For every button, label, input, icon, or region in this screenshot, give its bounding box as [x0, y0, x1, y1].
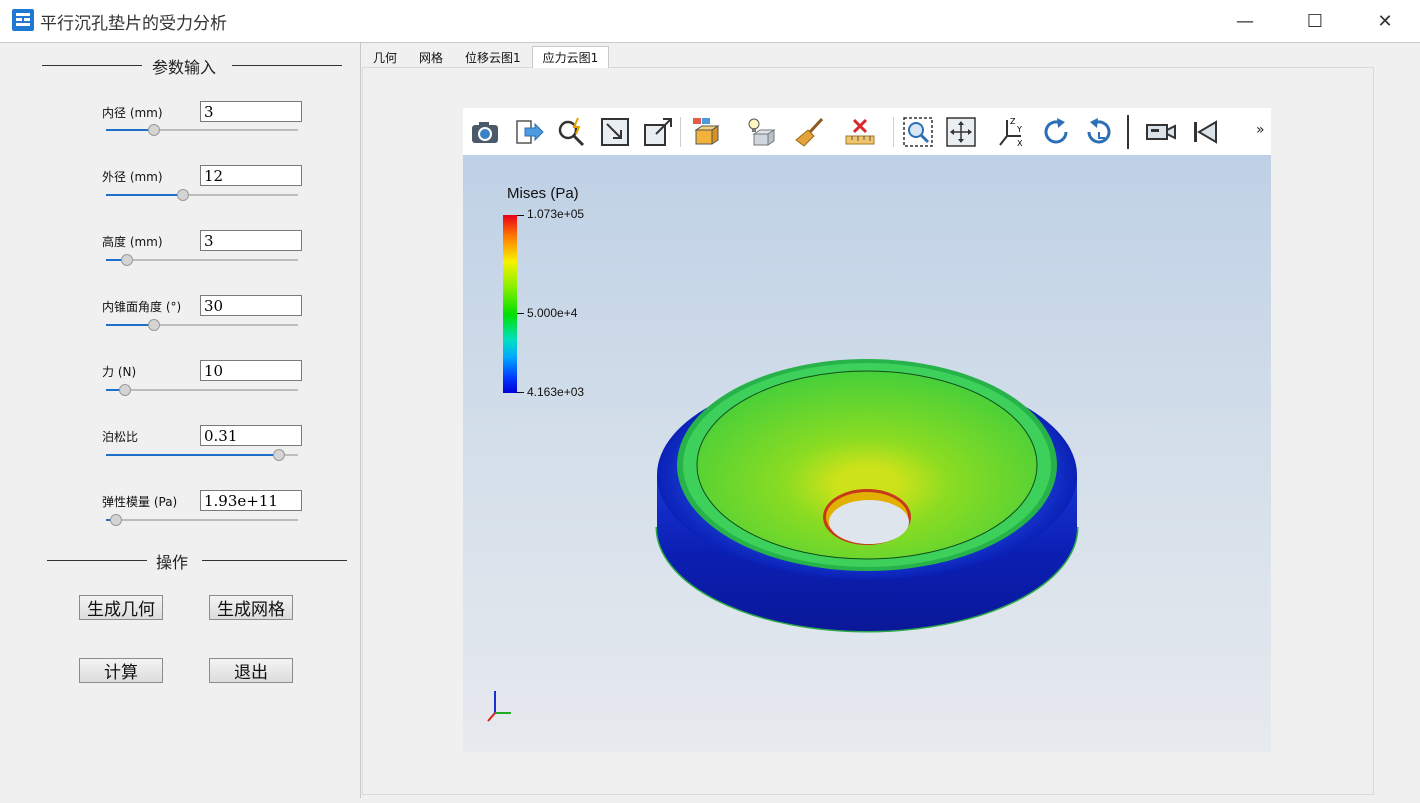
param-input[interactable]: 10 — [200, 360, 302, 381]
params-section-title: 参数输入 — [152, 58, 217, 77]
toolbar-separator — [680, 117, 681, 147]
param-label: 泊松比 — [102, 430, 139, 444]
pan-icon[interactable] — [945, 116, 977, 148]
svg-text:Z: Z — [1010, 117, 1016, 126]
fit-view-icon[interactable] — [599, 116, 631, 148]
minimize-icon: — — [1236, 10, 1254, 32]
slider-thumb[interactable] — [148, 319, 160, 331]
colorbar — [503, 215, 517, 393]
param-input[interactable]: 12 — [200, 165, 302, 186]
param-label: 力 (N) — [102, 365, 137, 379]
param-input[interactable]: 3 — [200, 230, 302, 251]
window-title: 平行沉孔垫片的受力分析 — [40, 14, 227, 34]
zoom-select-icon[interactable] — [902, 116, 934, 148]
slider-thumb[interactable] — [273, 449, 285, 461]
exit-button[interactable]: 退出 — [209, 658, 293, 683]
param-slider[interactable] — [106, 319, 298, 331]
param-label: 高度 (mm) — [102, 235, 163, 249]
stress-model — [655, 359, 1079, 633]
render-viewport[interactable]: Mises (Pa) 1.073e+05 5.000e+4 4.163e+03 — [463, 155, 1271, 752]
minimize-button[interactable]: — — [1210, 0, 1280, 42]
param-slider[interactable] — [106, 514, 298, 526]
slider-fill — [106, 454, 279, 456]
slider-thumb[interactable] — [177, 189, 189, 201]
slider-track — [106, 519, 298, 521]
maximize-button[interactable]: ☐ — [1280, 0, 1350, 42]
query-icon[interactable] — [556, 116, 588, 148]
colorbar-tick — [517, 313, 524, 314]
orientation-axes-icon — [487, 691, 511, 722]
rotate-ccw-icon[interactable] — [1083, 116, 1115, 148]
colorbar-max-label: 1.073e+05 — [527, 207, 585, 221]
colorbar-tick — [517, 392, 524, 393]
slider-fill — [106, 324, 154, 326]
colorbar-tick — [517, 215, 524, 216]
param-label: 外径 (mm) — [102, 170, 163, 184]
colorbar-mid-label: 5.000e+4 — [527, 306, 578, 320]
generate-geometry-button[interactable]: 生成几何 — [79, 595, 163, 620]
colorbar-title: Mises (Pa) — [507, 185, 579, 202]
panel-divider — [360, 43, 361, 798]
param-label: 弹性模量 (Pa) — [102, 495, 178, 509]
zoom-box-icon[interactable] — [642, 116, 674, 148]
param-slider[interactable] — [106, 254, 298, 266]
title-bar: 平行沉孔垫片的受力分析 — ☐ ✕ — [0, 0, 1420, 42]
left-panel — [0, 43, 360, 803]
slider-fill — [106, 194, 183, 196]
maximize-icon: ☐ — [1306, 10, 1324, 32]
export-icon[interactable] — [513, 116, 545, 148]
param-label: 内径 (mm) — [102, 106, 163, 120]
tab-bar: 几何 网格 位移云图1 应力云图1 — [362, 46, 610, 68]
section-rule-left — [42, 65, 142, 66]
toolbar-separator — [1127, 115, 1129, 149]
svg-text:Y: Y — [1016, 125, 1022, 134]
svg-text:X: X — [1017, 139, 1023, 148]
compute-button[interactable]: 计算 — [79, 658, 163, 683]
section-rule-right — [202, 560, 347, 561]
first-frame-icon[interactable] — [1188, 116, 1220, 148]
section-rule-right — [232, 65, 342, 66]
viewer-toolbar: ZYX » — [463, 108, 1271, 155]
axes-icon[interactable]: ZYX — [995, 116, 1027, 148]
param-input[interactable]: 3 — [200, 101, 302, 122]
slider-thumb[interactable] — [121, 254, 133, 266]
rotate-cw-icon[interactable] — [1040, 116, 1072, 148]
viewer: ZYX » Mises (Pa) 1.073e+05 5.000e+4 4.16… — [463, 108, 1271, 752]
measure-icon[interactable] — [844, 116, 876, 148]
camera-icon[interactable] — [469, 116, 501, 148]
param-input[interactable]: 1.93e+11 — [200, 490, 302, 511]
generate-mesh-button[interactable]: 生成网格 — [209, 595, 293, 620]
slider-track — [106, 259, 298, 261]
param-input[interactable]: 30 — [200, 295, 302, 316]
camera-record-icon[interactable] — [1145, 116, 1177, 148]
toolbar-separator — [893, 117, 894, 147]
slider-track — [106, 389, 298, 391]
section-rule-left — [47, 560, 147, 561]
slider-thumb[interactable] — [119, 384, 131, 396]
tab-displacement[interactable]: 位移云图1 — [454, 46, 532, 68]
colorbar-min-label: 4.163e+03 — [527, 385, 585, 399]
toolbar-more-button[interactable]: » — [1256, 122, 1265, 138]
tab-geometry[interactable]: 几何 — [362, 46, 408, 68]
param-slider[interactable] — [106, 124, 298, 136]
param-slider[interactable] — [106, 384, 298, 396]
param-label: 内锥面角度 (°) — [102, 300, 182, 314]
clean-icon[interactable] — [794, 116, 826, 148]
slider-thumb[interactable] — [110, 514, 122, 526]
light-icon[interactable] — [745, 116, 777, 148]
param-slider[interactable] — [106, 189, 298, 201]
slider-thumb[interactable] — [148, 124, 160, 136]
actions-section-title: 操作 — [156, 553, 189, 572]
close-icon: ✕ — [1377, 10, 1393, 32]
close-button[interactable]: ✕ — [1350, 0, 1420, 42]
tab-stress[interactable]: 应力云图1 — [531, 46, 610, 68]
display-mode-icon[interactable] — [691, 116, 723, 148]
param-slider[interactable] — [106, 449, 298, 461]
param-input[interactable]: 0.31 — [200, 425, 302, 446]
tab-mesh[interactable]: 网格 — [408, 46, 454, 68]
app-icon — [12, 9, 34, 31]
slider-fill — [106, 129, 154, 131]
